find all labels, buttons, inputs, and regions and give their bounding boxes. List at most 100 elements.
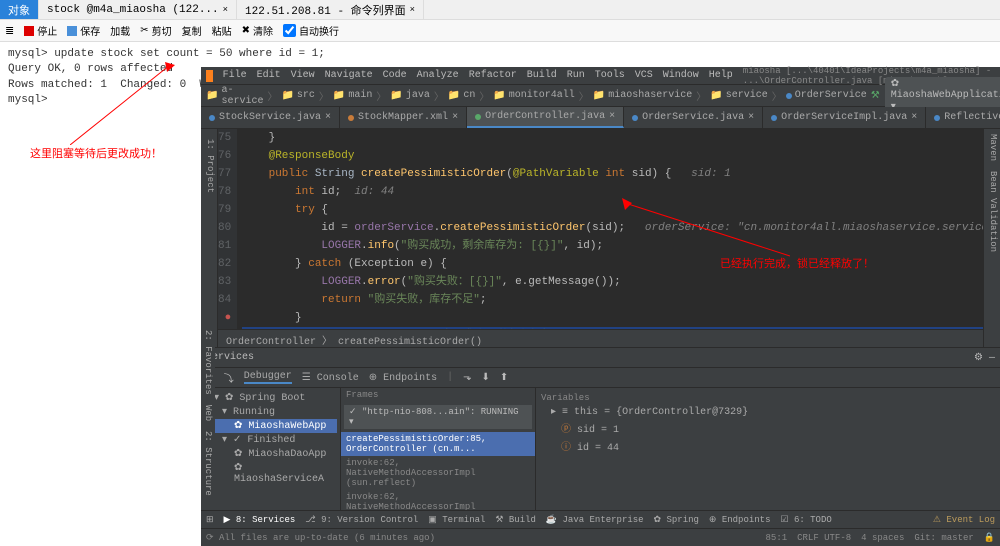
var-item[interactable]: ⓘ id = 44 [539,437,997,455]
editor-tab[interactable]: ReflectiveMethodInvocation.class × [926,107,1000,128]
indent[interactable]: 4 spaces [861,533,904,543]
menu-help[interactable]: Help [709,70,733,81]
nav-crumb[interactable]: 📁 miaoshaservice [593,90,692,102]
nav-crumb[interactable]: 📁 java [390,90,429,102]
nav-crumb[interactable]: 📁 monitor4all [493,90,574,102]
endpoints-tab[interactable]: ⊕ Endpoints [369,372,437,384]
copy-button[interactable]: 复制 [182,23,202,39]
console-tab[interactable]: ☰ Console [302,372,359,384]
frame-item[interactable]: createPessimisticOrder:85, OrderControll… [341,432,535,456]
tab-stock[interactable]: stock @m4a_miaosha (122...× [39,0,237,19]
nav-crumb[interactable]: 📁 src [281,90,314,102]
save-icon [67,26,77,36]
menu-run[interactable]: Run [567,70,585,81]
todo-button[interactable]: ☑ 6: TODO [780,515,831,525]
editor-tab[interactable]: StockService.java × [201,107,340,128]
nav-crumb[interactable]: 📁 service [710,90,767,102]
step-icon[interactable]: ⤵ [224,370,234,386]
terminal-button[interactable]: ▣ Terminal [428,515,485,525]
tab-objects[interactable]: 对象 [0,0,39,19]
debug-tree[interactable]: ▾ ✿ Spring Boot ▾ Running ✿ MiaoshaWebAp… [201,388,341,510]
lock-icon[interactable]: 🔒 [984,533,995,543]
build-icon[interactable]: ⚒ [871,90,880,102]
editor-tab-active[interactable]: OrderController.java × [467,107,624,128]
nav-crumb[interactable]: 📁 main [333,90,372,102]
variables-panel[interactable]: Variables ▸ ≡ this = {OrderController@73… [536,388,1000,510]
autowrap-checkbox[interactable] [283,24,296,37]
paste-button[interactable]: 粘贴 [212,23,232,39]
step-into-icon[interactable]: ⬇ [481,372,489,384]
menu-build[interactable]: Build [527,70,557,81]
javaee-button[interactable]: ☕ Java Enterprise [546,515,644,525]
thread-selector[interactable]: ✓ "http-nio-808...ain": RUNNING ▾ [344,405,532,429]
build-button[interactable]: ⚒ Build [495,515,536,525]
menu-icon[interactable]: ≣ [5,24,14,38]
bean-tab[interactable]: Bean Validation [984,166,1000,257]
structure-tab[interactable]: 2: Structure [201,426,215,501]
encoding[interactable]: CRLF UTF-8 [797,533,851,543]
left-sidebar: 1: Project [201,129,218,347]
menu-edit[interactable]: Edit [257,70,281,81]
close-icon[interactable]: × [223,5,228,15]
ide-navbar: 📁 a-service 〉📁 src 〉📁 main 〉📁 java 〉📁 cn… [201,85,1000,107]
git-branch[interactable]: Git: master [914,533,973,543]
annotation-left: 这里阻塞等待后更改成功！ [30,145,162,161]
tab-cli[interactable]: 122.51.208.81 - 命令列界面× [237,0,424,19]
var-item[interactable]: ⓟ sid = 1 [539,419,997,437]
menu-code[interactable]: Code [383,70,407,81]
endpoints-button[interactable]: ⊕ Endpoints [709,515,771,525]
maven-tab[interactable]: Maven [984,129,1000,166]
nav-crumb[interactable]: OrderService [786,90,867,101]
menu-refactor[interactable]: Refactor [469,70,517,81]
ide-window: File Edit View Navigate Code Analyze Ref… [201,67,1000,546]
code-breadcrumbs[interactable]: OrderController 〉 createPessimisticOrder… [218,329,983,347]
step-over-icon[interactable]: ⬎ [463,372,471,384]
settings-icon[interactable]: ⚙ — [974,352,995,364]
frame-item[interactable]: invoke:62, NativeMethodAccessorImpl (sun… [341,490,535,510]
nav-crumb[interactable]: 📁 a-service [206,85,263,107]
tree-root[interactable]: ▾ ✿ Spring Boot [204,391,337,405]
autowrap-toggle[interactable]: 自动换行 [283,23,339,39]
menu-navigate[interactable]: Navigate [325,70,373,81]
tree-app[interactable]: ✿ MiaoshaWebApp [204,419,337,433]
menu-window[interactable]: Window [663,70,699,81]
spring-button[interactable]: ✿ Spring [654,515,699,525]
services-button[interactable]: ▶ 8: Services [224,515,296,525]
tree-item[interactable]: ✿ MiaoshaDaoApp [204,447,337,461]
tree-running[interactable]: ▾ Running [204,405,337,419]
java-icon [209,115,215,121]
ide-icon [206,70,213,82]
cut-button[interactable]: ✂剪切 [140,23,171,39]
code-editor[interactable]: 7576 777879 808182 8384 ● 85 } @Response… [218,129,983,347]
save-button[interactable]: 保存 [67,23,100,39]
clear-button[interactable]: ✖清除 [242,23,273,39]
var-item[interactable]: ▸ ≡ this = {OrderController@7329} [539,405,997,419]
project-tab[interactable]: 1: Project [201,134,217,198]
nav-crumb[interactable]: 📁 cn [448,90,475,102]
load-button[interactable]: 加载 [110,23,130,39]
step-out-icon[interactable]: ⬆ [500,372,508,384]
menu-view[interactable]: View [291,70,315,81]
left-sidebar-lower: 2: Favorites Web 2: Structure [201,325,218,501]
code-lines[interactable]: } @ResponseBody public String createPess… [237,129,983,329]
frame-item[interactable]: invoke:62, NativeMethodAccessorImpl (sun… [341,456,535,490]
menu-tools[interactable]: Tools [595,70,625,81]
tree-item[interactable]: ✿ MiaoshaServiceA [204,461,337,486]
vcs-button[interactable]: ⎇ 9: Version Control [305,515,418,525]
event-log-button[interactable]: ⚠ Event Log [933,515,995,525]
menu-analyze[interactable]: Analyze [417,70,459,81]
grid-icon[interactable]: ⊞ [206,515,214,525]
debugger-tab[interactable]: Debugger [244,371,292,384]
favorites-tab[interactable]: 2: Favorites [201,325,215,400]
tab-label: 对象 [8,2,30,18]
editor-tab[interactable]: StockMapper.xml × [340,107,467,128]
menu-vcs[interactable]: VCS [635,70,653,81]
close-icon[interactable]: × [410,5,415,15]
editor-tab[interactable]: OrderServiceImpl.java × [763,107,926,128]
web-tab[interactable]: Web [201,400,215,426]
stop-button[interactable]: 停止 [24,23,57,39]
menu-file[interactable]: File [223,70,247,81]
tree-finished[interactable]: ▾ ✓ Finished [204,433,337,447]
editor-tab[interactable]: OrderService.java × [624,107,763,128]
frames-list[interactable]: createPessimisticOrder:85, OrderControll… [341,432,535,510]
